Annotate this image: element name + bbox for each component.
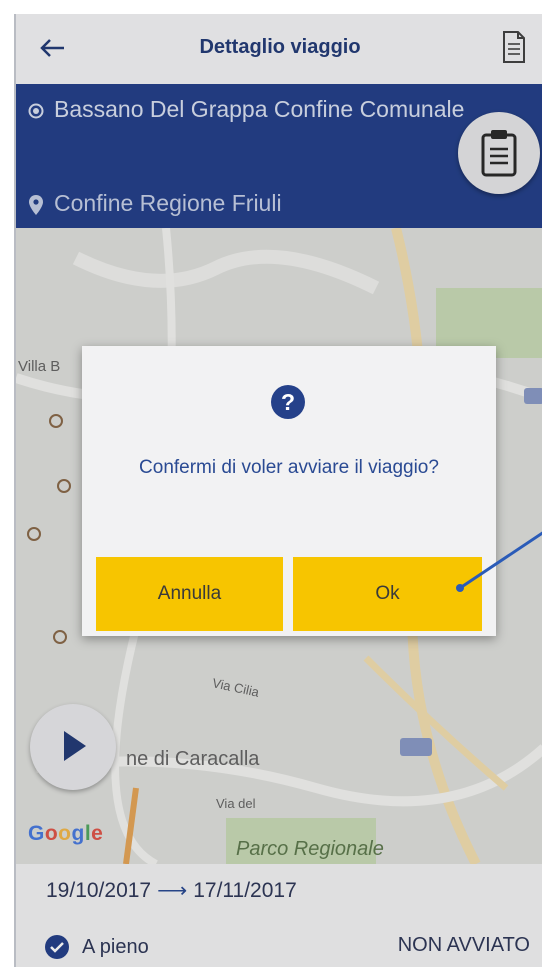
confirm-dialog: ? Confermi di voler avviare il viaggio? … — [82, 346, 496, 636]
phone-screen: Dettaglio viaggio Bassano Del Grappa Con… — [14, 14, 542, 967]
question-icon: ? — [271, 385, 305, 419]
svg-text:?: ? — [281, 389, 295, 415]
annotation-pointer — [456, 531, 542, 592]
cancel-button[interactable]: Annulla — [96, 557, 283, 631]
ok-button[interactable]: Ok — [293, 557, 482, 631]
dialog-message: Confermi di voler avviare il viaggio? — [139, 457, 439, 478]
